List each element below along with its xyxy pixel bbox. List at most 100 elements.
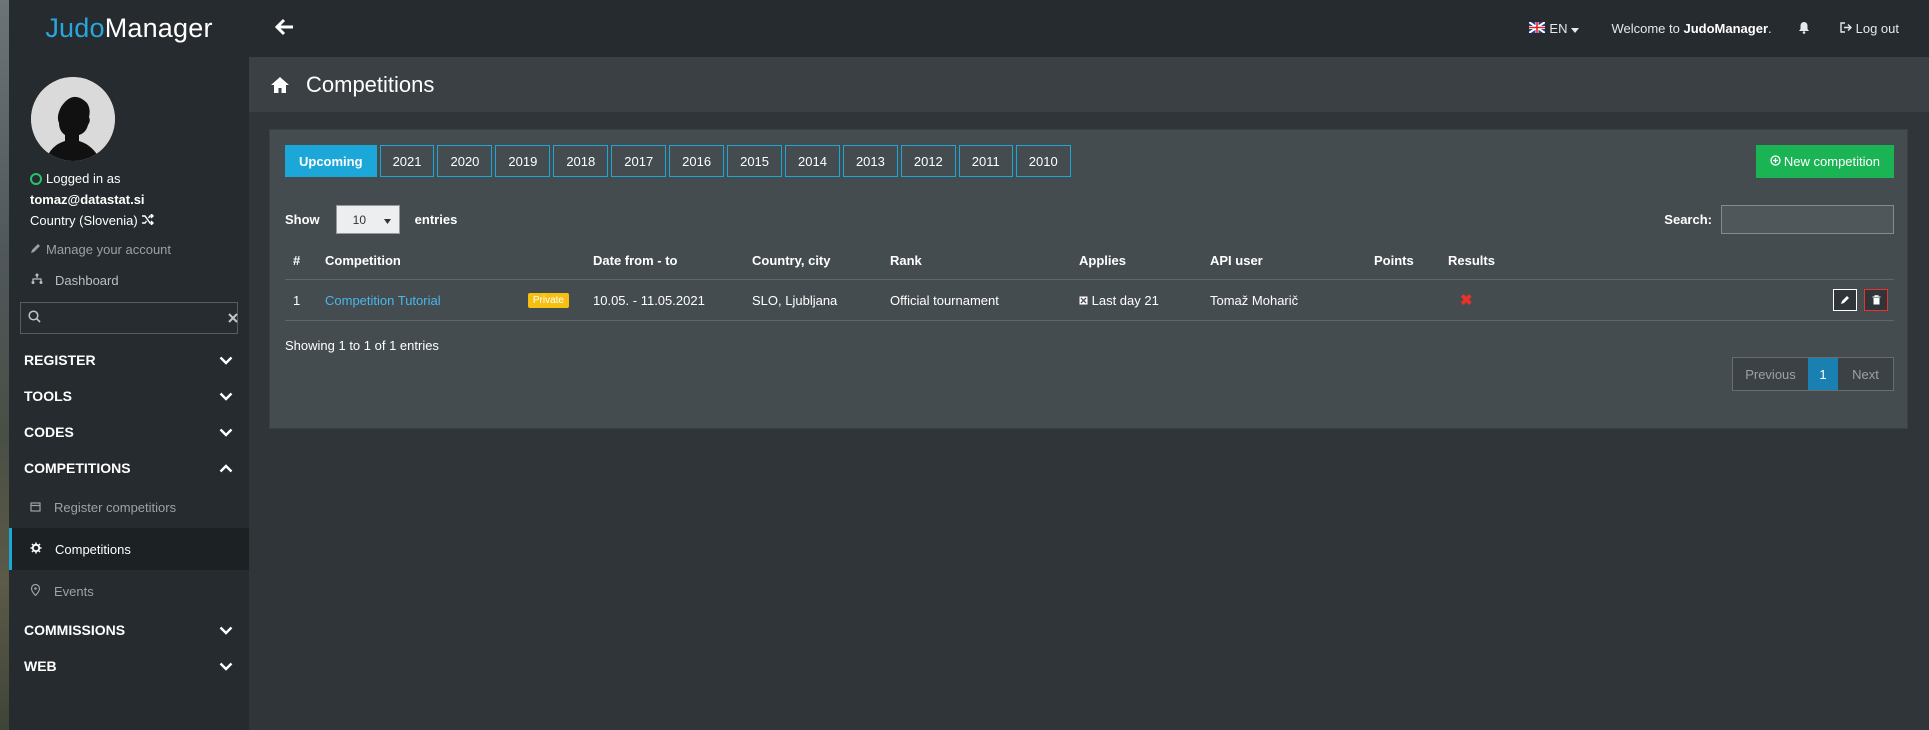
calendar-x-icon — [1079, 293, 1088, 308]
tab-2015[interactable]: 2015 — [727, 145, 783, 177]
cell-results: ✖ — [1440, 279, 1548, 321]
cell-api-user: Tomaž Moharič — [1202, 279, 1366, 321]
tab-2014[interactable]: 2014 — [785, 145, 840, 177]
show-label: Show — [285, 212, 320, 227]
sign-out-icon — [1839, 21, 1852, 36]
section-label: CODES — [24, 424, 74, 440]
sidebar-section-register[interactable]: REGISTER — [9, 342, 249, 378]
tab-2021[interactable]: 2021 — [379, 145, 435, 177]
tab-2011[interactable]: 2011 — [958, 145, 1013, 177]
page-header: Competitions — [249, 57, 1929, 112]
cell-points — [1366, 279, 1440, 321]
brand-part2: Manager — [104, 13, 213, 43]
sidebar-section-codes[interactable]: CODES — [9, 414, 249, 450]
tab-upcoming[interactable]: Upcoming — [285, 145, 377, 177]
logout-label: Log out — [1855, 21, 1899, 36]
column-header[interactable]: Country, city — [744, 242, 882, 280]
tab-2013[interactable]: 2013 — [842, 145, 898, 177]
brand-logo[interactable]: Judo Manager — [9, 0, 249, 57]
competition-link[interactable]: Competition Tutorial — [325, 293, 441, 308]
new-competition-label: New competition — [1783, 154, 1880, 169]
sidebar-section-web[interactable]: WEB — [9, 648, 249, 684]
entries-select[interactable]: 10 — [335, 205, 400, 234]
caret-down-icon — [1571, 21, 1580, 36]
tab-2018[interactable]: 2018 — [553, 145, 609, 177]
arrow-left-icon — [274, 18, 295, 39]
delete-button[interactable] — [1864, 289, 1888, 311]
shuffle-icon[interactable] — [141, 213, 154, 228]
user-country[interactable]: Country (Slovenia) — [30, 213, 249, 228]
sidebar-section-competitions[interactable]: COMPETITIONS — [9, 450, 249, 486]
sidebar-search[interactable] — [20, 302, 238, 334]
notifications-button[interactable] — [1798, 21, 1810, 37]
brand-part1: Judo — [45, 13, 105, 43]
cell-competition: Competition Tutorial Private — [317, 279, 585, 321]
next-page-button[interactable]: Next — [1838, 358, 1893, 390]
map-pin-icon — [30, 583, 41, 599]
sidebar-item-dashboard[interactable]: Dashboard — [9, 262, 249, 298]
sidebar-item-register-competitors[interactable]: Register competitiors — [9, 486, 249, 528]
cell-actions — [1548, 279, 1894, 321]
table-header-row: # Competition Date from - to Country, ci… — [285, 242, 1894, 280]
column-header[interactable]: Applies — [1071, 242, 1202, 280]
search-label: Search: — [1664, 212, 1712, 227]
section-label: WEB — [24, 658, 57, 674]
welcome-prefix: Welcome to — [1611, 21, 1684, 36]
manage-account-link[interactable]: Manage your account — [30, 242, 249, 257]
tab-2016[interactable]: 2016 — [669, 145, 725, 177]
login-status: Logged in as — [30, 171, 249, 186]
competitions-panel: Upcoming 2021 2020 2019 2018 2017 2016 2… — [269, 129, 1908, 429]
competitions-table: # Competition Date from - to Country, ci… — [285, 242, 1894, 321]
table-search: Search: — [1664, 205, 1894, 234]
table-search-input[interactable] — [1721, 205, 1894, 234]
column-header[interactable]: API user — [1202, 242, 1366, 280]
tab-2020[interactable]: 2020 — [437, 145, 493, 177]
no-results-icon: ✖ — [1460, 292, 1473, 309]
page-title: Competitions — [306, 71, 435, 97]
column-header[interactable]: Rank — [882, 242, 1071, 280]
user-profile: Logged in as tomaz@datastat.si Country (… — [9, 57, 249, 267]
gear-icon — [30, 542, 42, 557]
chevron-up-icon — [219, 460, 233, 476]
page-1-button[interactable]: 1 — [1808, 358, 1838, 390]
column-header[interactable]: Results — [1440, 242, 1548, 280]
sidebar-section-tools[interactable]: TOOLS — [9, 378, 249, 414]
tab-2019[interactable]: 2019 — [495, 145, 551, 177]
column-header[interactable]: # — [285, 242, 317, 280]
section-label: TOOLS — [24, 388, 72, 404]
tab-2017[interactable]: 2017 — [611, 145, 667, 177]
private-badge: Private — [527, 292, 569, 308]
column-header[interactable]: Competition — [317, 242, 585, 280]
tab-2010[interactable]: 2010 — [1015, 145, 1071, 177]
pagination: Previous 1 Next — [1732, 357, 1894, 391]
column-header[interactable]: Points — [1366, 242, 1440, 280]
applies-text: Last day 21 — [1091, 292, 1159, 308]
trash-icon — [1872, 293, 1881, 308]
cell-dates: 10.05. - 11.05.2021 — [585, 279, 744, 321]
home-icon[interactable] — [270, 76, 290, 94]
welcome-message: Welcome to JudoManager. — [1611, 21, 1771, 36]
section-label: COMMISSIONS — [24, 622, 126, 638]
language-selector[interactable]: EN — [1528, 21, 1580, 36]
clear-search-icon[interactable] — [228, 311, 238, 326]
manage-account-label: Manage your account — [46, 242, 172, 257]
new-competition-button[interactable]: New competition — [1755, 145, 1894, 178]
previous-page-button[interactable]: Previous — [1733, 358, 1808, 390]
edit-button[interactable] — [1833, 289, 1858, 311]
pencil-icon — [30, 242, 41, 257]
sidebar-item-label: Competitions — [55, 541, 131, 557]
calendar-icon — [30, 500, 41, 515]
logout-button[interactable]: Log out — [1839, 21, 1899, 36]
language-label: EN — [1549, 21, 1568, 36]
sidebar-toggle-button[interactable] — [249, 0, 321, 57]
table-row: 1 Competition Tutorial Private 10.05. - … — [285, 279, 1894, 321]
search-icon — [28, 310, 41, 326]
sidebar-item-competitions[interactable]: Competitions — [9, 528, 249, 570]
chevron-down-icon — [219, 424, 233, 440]
tab-2012[interactable]: 2012 — [900, 145, 956, 177]
sidebar: Judo Manager Logged in as tomaz@datastat.… — [9, 0, 249, 730]
sidebar-section-commissions[interactable]: COMMISSIONS — [9, 612, 249, 648]
sidebar-item-events[interactable]: Events — [9, 570, 249, 612]
column-header[interactable]: Date from - to — [585, 242, 744, 280]
sidebar-search-input[interactable] — [47, 309, 228, 327]
